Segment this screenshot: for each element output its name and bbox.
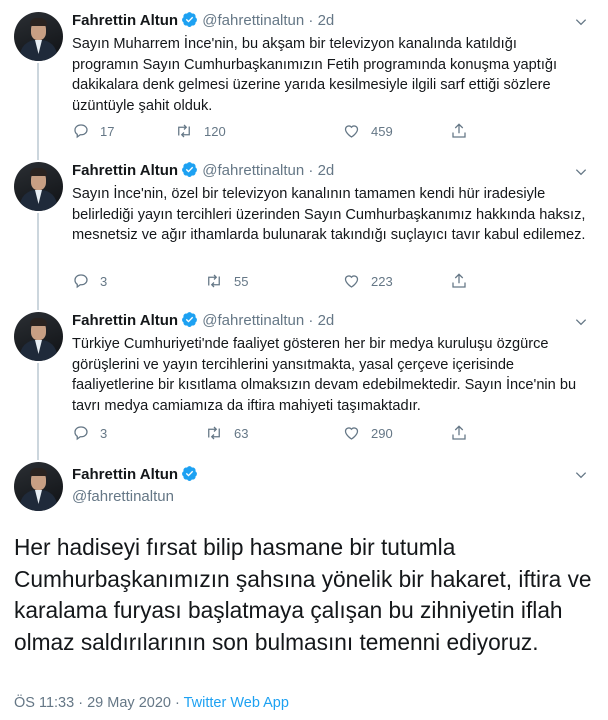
tweet-text: Sayın Muharrem İnce'nin, bu akşam bir te… <box>72 36 558 114</box>
author-name[interactable]: Fahrettin Altun <box>72 162 178 179</box>
tweet-age[interactable]: 2d <box>318 12 335 29</box>
author-handle[interactable]: @fahrettinaltun <box>202 162 304 179</box>
tweet-header: Fahrettin Altun @fahrettinaltun · 2d <box>72 11 334 31</box>
share-button[interactable] <box>450 122 478 140</box>
like-count: 459 <box>371 123 393 139</box>
thread-tweet[interactable]: Fahrettin Altun @fahrettinaltun · 2d Say… <box>0 150 608 300</box>
chevron-down-icon[interactable] <box>574 15 588 29</box>
reply-button[interactable]: 17 <box>72 122 114 140</box>
verified-badge-icon <box>182 312 198 327</box>
like-button[interactable]: 459 <box>342 122 393 140</box>
tweet-actions: 17 120 459 <box>72 122 492 142</box>
tweet-age[interactable]: 2d <box>318 312 335 329</box>
reply-button[interactable]: 3 <box>72 424 107 442</box>
retweet-count: 63 <box>234 425 249 441</box>
chevron-down-icon[interactable] <box>574 315 588 329</box>
separator: · <box>308 162 314 179</box>
verified-badge-icon <box>182 162 198 177</box>
main-tweet: Fahrettin Altun @fahrettinaltun Her hadi… <box>0 450 608 720</box>
author-handle[interactable]: @fahrettinaltun <box>202 12 304 29</box>
author-name[interactable]: Fahrettin Altun <box>72 466 178 483</box>
like-icon <box>344 125 359 138</box>
reply-button[interactable]: 3 <box>72 272 107 290</box>
reply-icon <box>74 274 88 289</box>
tweet-metadata: ÖS 11:33 · 29 May 2020 · Twitter Web App <box>14 695 289 711</box>
separator: · <box>78 695 84 711</box>
tweet-source-link[interactable]: Twitter Web App <box>184 695 289 711</box>
verified-badge-icon <box>182 12 198 27</box>
avatar[interactable] <box>14 162 63 211</box>
retweet-count: 55 <box>234 273 249 289</box>
thread-tweet[interactable]: Fahrettin Altun @fahrettinaltun · 2d Tür… <box>0 300 608 450</box>
like-count: 223 <box>371 273 393 289</box>
like-count: 290 <box>371 425 393 441</box>
reply-icon <box>74 426 88 441</box>
tweet-time[interactable]: ÖS 11:33 <box>14 695 74 711</box>
chevron-down-icon[interactable] <box>574 468 588 482</box>
reply-count: 17 <box>100 123 115 139</box>
reply-count: 3 <box>100 425 108 441</box>
like-icon <box>344 275 359 288</box>
retweet-button[interactable]: 55 <box>204 272 248 290</box>
thread-tweet[interactable]: Fahrettin Altun @fahrettinaltun · 2d Say… <box>0 0 608 150</box>
author-name[interactable]: Fahrettin Altun <box>72 312 178 329</box>
tweet-header: Fahrettin Altun @fahrettinaltun · 2d <box>72 161 334 181</box>
main-tweet-text: Her hadiseyi fırsat bilip hasmane bir tu… <box>14 534 592 655</box>
like-button[interactable]: 223 <box>342 272 393 290</box>
share-icon <box>452 425 466 440</box>
retweet-button[interactable]: 120 <box>174 122 226 140</box>
author-handle[interactable]: @fahrettinaltun <box>72 488 174 505</box>
separator: · <box>308 312 314 329</box>
tweet-actions: 3 63 290 <box>72 424 492 444</box>
retweet-icon <box>208 426 220 440</box>
retweet-icon <box>178 124 190 138</box>
tweet-age[interactable]: 2d <box>318 162 335 179</box>
chevron-down-icon[interactable] <box>574 165 588 179</box>
like-icon <box>344 427 359 440</box>
author-name[interactable]: Fahrettin Altun <box>72 12 178 29</box>
author-handle[interactable]: @fahrettinaltun <box>202 312 304 329</box>
avatar[interactable] <box>14 462 63 511</box>
separator: · <box>174 695 180 711</box>
retweet-icon <box>208 274 220 288</box>
tweet-text: Türkiye Cumhuriyeti'nde faaliyet göstere… <box>72 336 577 414</box>
separator: · <box>308 12 314 29</box>
share-button[interactable] <box>450 424 478 442</box>
share-button[interactable] <box>450 272 478 290</box>
tweet-text: Sayın İnce'nin, özel bir televizyon kana… <box>72 186 586 243</box>
like-button[interactable]: 290 <box>342 424 393 442</box>
verified-badge-icon <box>182 466 198 481</box>
reply-icon <box>74 124 88 139</box>
share-icon <box>452 123 466 138</box>
tweet-date[interactable]: 29 May 2020 <box>87 695 171 711</box>
avatar[interactable] <box>14 12 63 61</box>
tweet-actions: 3 55 223 <box>72 272 492 292</box>
share-icon <box>452 273 466 288</box>
retweet-count: 120 <box>204 123 226 139</box>
reply-count: 3 <box>100 273 108 289</box>
avatar[interactable] <box>14 312 63 361</box>
tweet-header: Fahrettin Altun @fahrettinaltun · 2d <box>72 311 334 331</box>
retweet-button[interactable]: 63 <box>204 424 248 442</box>
author-name-row: Fahrettin Altun <box>72 465 198 483</box>
